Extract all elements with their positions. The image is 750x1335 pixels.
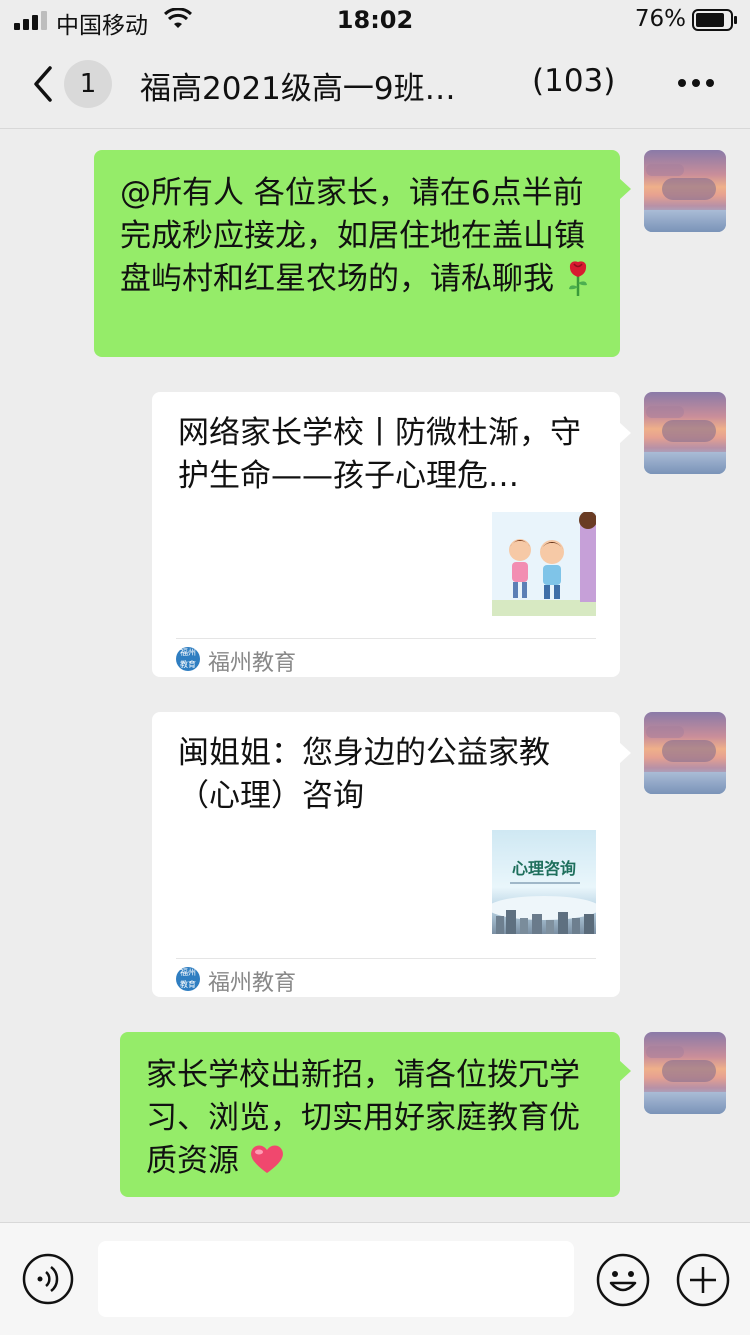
- article-card[interactable]: 网络家长学校丨防微杜渐，守护生命——孩子心理危… 福州 教育 福州教育: [152, 392, 631, 677]
- chat-header: 1 福高2021级高一9班… (103): [0, 40, 750, 129]
- source-logo-icon: 福州 教育: [176, 967, 200, 991]
- message-input[interactable]: [98, 1241, 574, 1317]
- source-logo-icon: 福州 教育: [176, 647, 200, 671]
- emoji-icon[interactable]: [596, 1253, 650, 1307]
- children-illustration-icon: [492, 512, 596, 616]
- member-count: (103): [532, 63, 616, 99]
- message-bubble[interactable]: 家长学校出新招，请各位拨冗学习、浏览，切实用好家庭教育优质资源: [120, 1032, 631, 1197]
- more-options-icon[interactable]: [676, 76, 716, 90]
- back-chevron-icon[interactable]: [28, 62, 56, 106]
- rose-emoji-icon: [568, 261, 587, 296]
- avatar[interactable]: [644, 392, 726, 474]
- card-divider: [176, 958, 596, 959]
- article-card[interactable]: 闽姐姐：您身边的公益家教（心理）咨询 心理咨询 福州 教育 福州教育: [152, 712, 631, 997]
- message-text: 家长学校出新招，请各位拨冗学习、浏览，切实用好家庭教育优质资源: [146, 1057, 580, 1179]
- battery-icon: [692, 9, 737, 31]
- article-title: 网络家长学校丨防微杜渐，守护生命——孩子心理危…: [178, 415, 581, 494]
- avatar[interactable]: [644, 1032, 726, 1114]
- avatar[interactable]: [644, 150, 726, 232]
- plus-icon[interactable]: [676, 1253, 730, 1307]
- heart-emoji-icon: [250, 1145, 283, 1173]
- article-thumbnail: 心理咨询: [492, 830, 596, 934]
- article-title: 闽姐姐：您身边的公益家教（心理）咨询: [178, 735, 550, 814]
- avatar[interactable]: [644, 712, 726, 794]
- card-divider: [176, 638, 596, 639]
- message-text: @所有人 各位家长，请在6点半前完成秒应接龙，如居住地在盖山镇盘屿村和红星农场的…: [120, 175, 585, 297]
- message-bubble[interactable]: @所有人 各位家长，请在6点半前完成秒应接龙，如居住地在盖山镇盘屿村和红星农场的…: [94, 150, 631, 357]
- status-bar: 中国移动 18:02 76%: [0, 0, 750, 40]
- battery-percent: 76%: [634, 6, 686, 32]
- voice-input-icon[interactable]: [22, 1253, 74, 1305]
- city-skyline-icon: 心理咨询: [492, 859, 596, 934]
- article-source: 福州教育: [208, 651, 297, 676]
- thumbnail-caption: 心理咨询: [512, 859, 576, 878]
- article-source: 福州教育: [208, 971, 297, 996]
- input-bar: [0, 1222, 750, 1335]
- unread-badge[interactable]: 1: [64, 60, 112, 108]
- article-thumbnail: [492, 512, 596, 616]
- chat-title: 福高2021级高一9班…: [140, 71, 456, 107]
